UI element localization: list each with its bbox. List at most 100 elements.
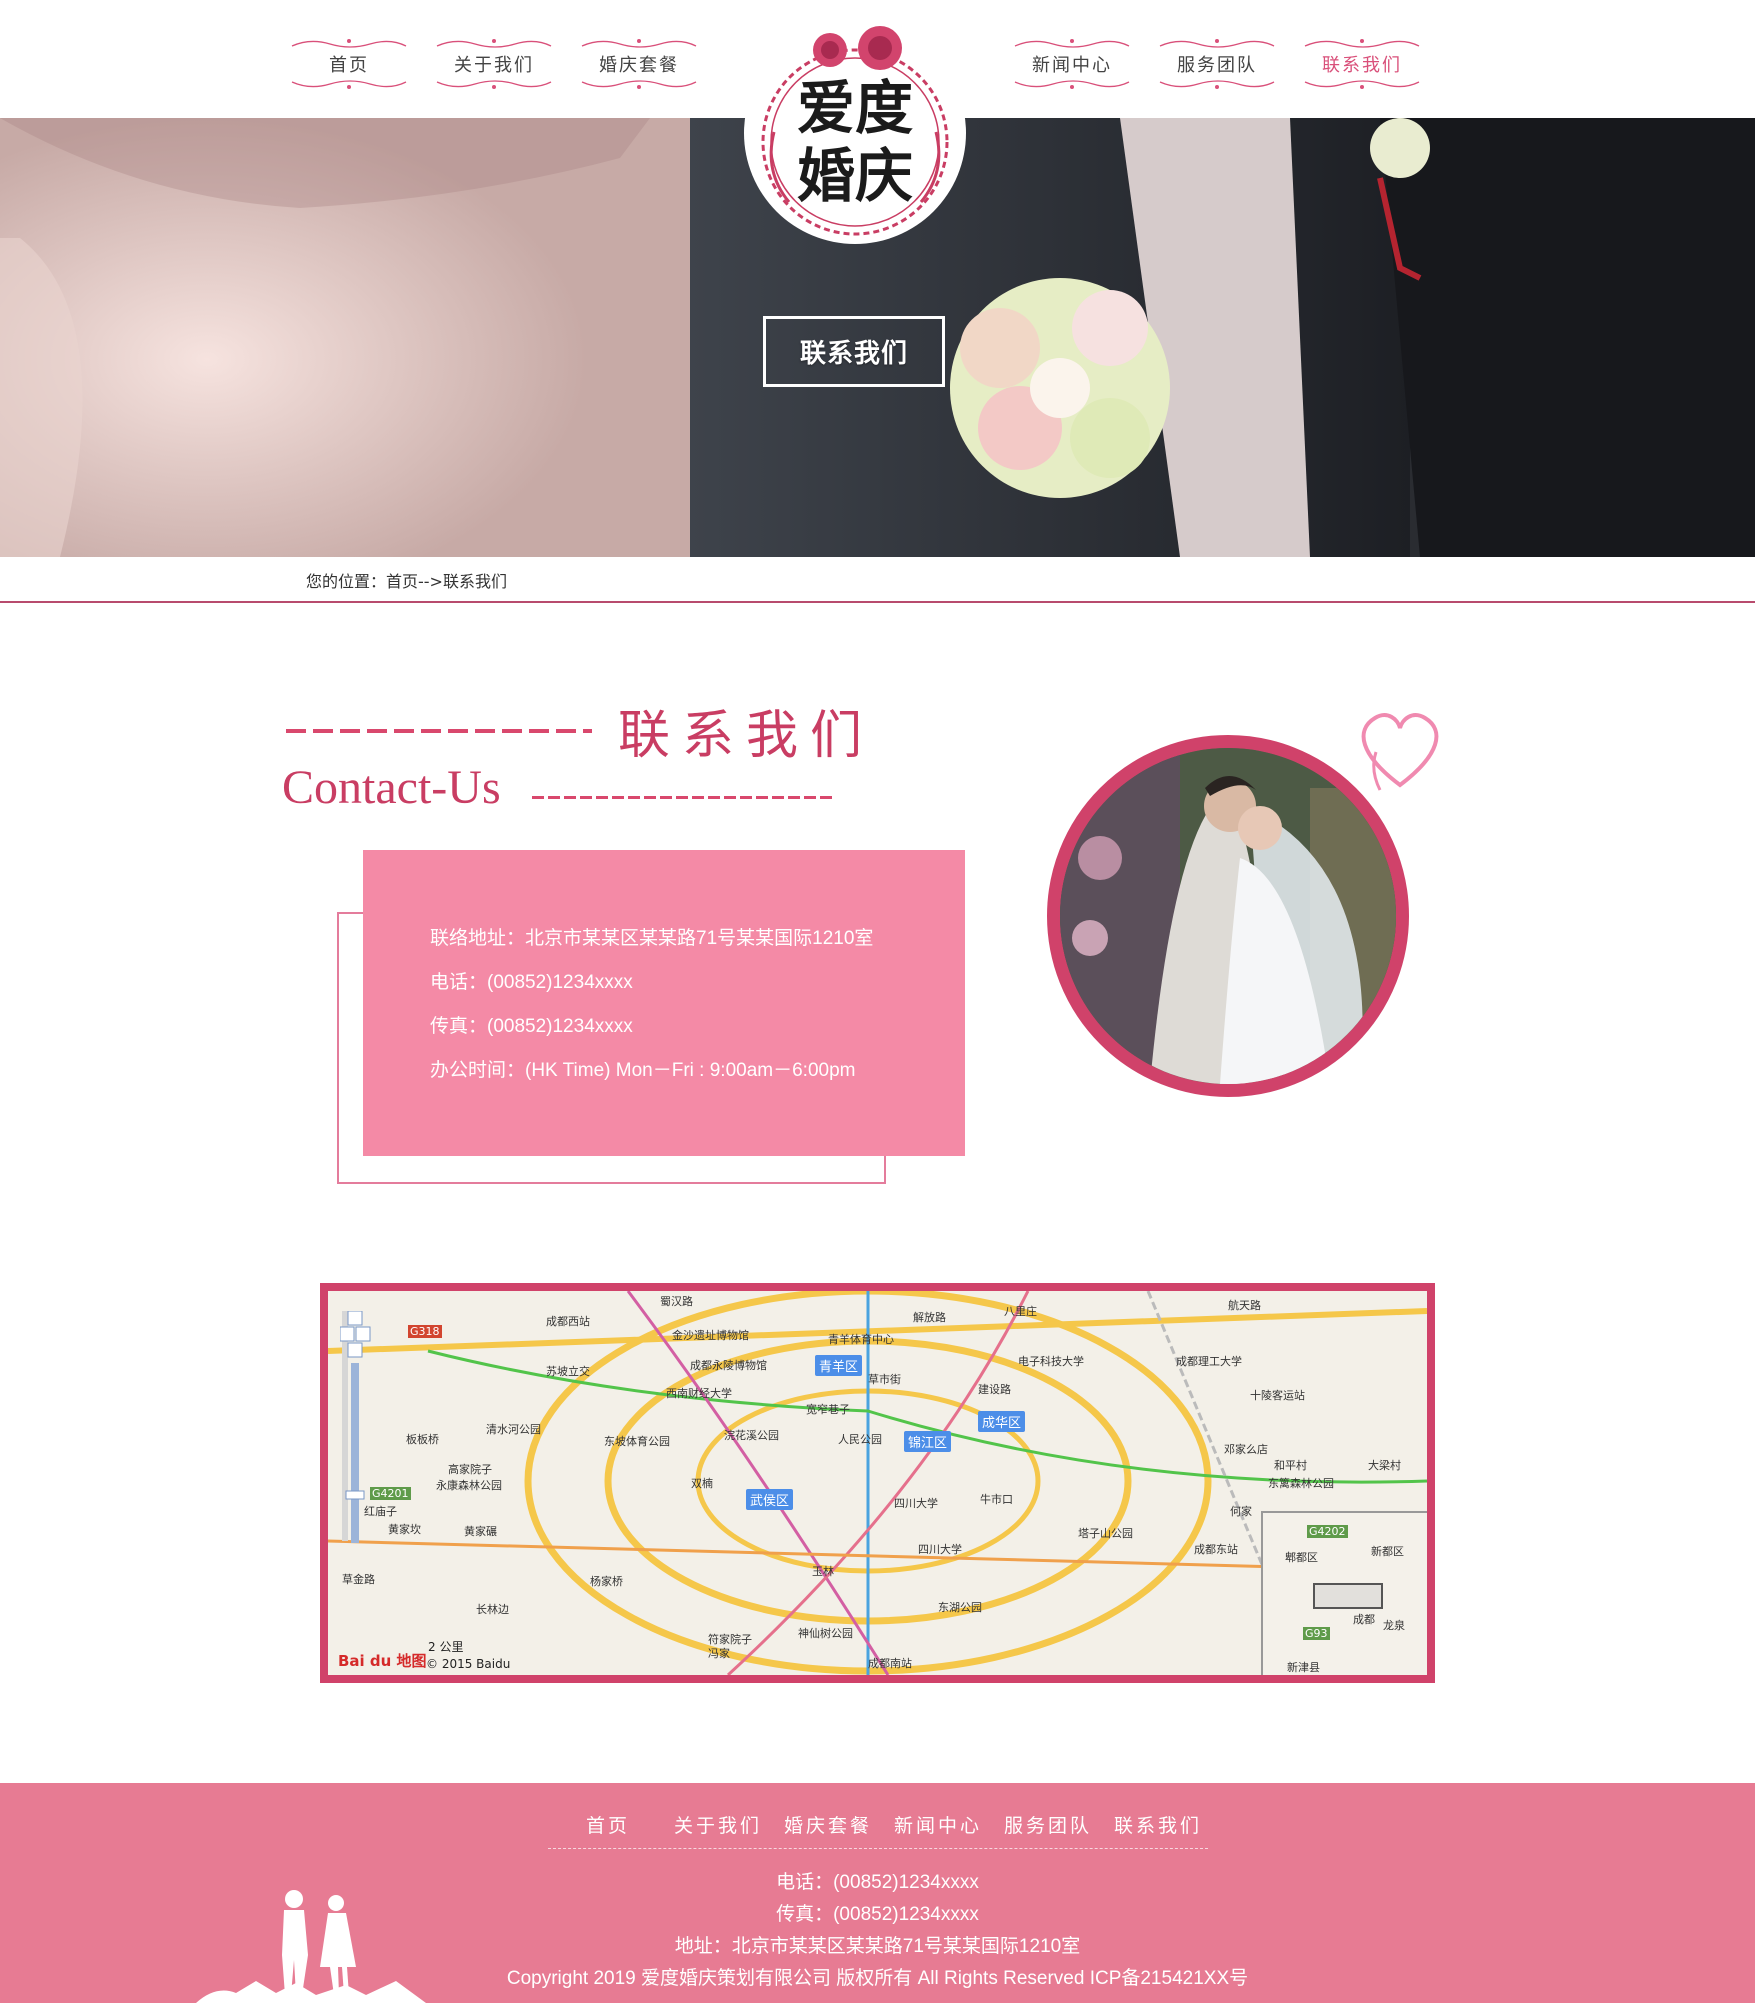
- ornament-icon: [1304, 80, 1420, 89]
- nav-team[interactable]: 服务团队: [1158, 36, 1276, 92]
- map-label: 清水河公园: [486, 1423, 541, 1436]
- contact-hours: 办公时间：(HK Time) Mon－Fri : 9:00am－6:00pm: [430, 1060, 856, 1081]
- map-highway-badge: G4201: [370, 1487, 411, 1500]
- map-label: 金沙遗址博物馆: [672, 1329, 749, 1342]
- contact-card: 联络地址：北京市某某区某某路71号某某国际1210室 电话：(00852)123…: [363, 850, 965, 1156]
- map-highway-badge: G4202: [1307, 1525, 1348, 1538]
- map-label: 玉林: [812, 1565, 834, 1578]
- map-highway-badge: G318: [408, 1325, 442, 1338]
- map-label: 黄家碾: [464, 1525, 497, 1538]
- map-label: 十陵客运站: [1250, 1389, 1305, 1402]
- map-label: 浣花溪公园: [724, 1429, 779, 1442]
- map-label: 杨家桥: [590, 1575, 623, 1588]
- section-title-en: Contact-Us: [282, 761, 501, 814]
- map-label: 郫都区: [1285, 1551, 1318, 1564]
- footer-nav-contact[interactable]: 联系我们: [1114, 1811, 1202, 1838]
- map-label: 黄家坎: [388, 1523, 421, 1536]
- baidu-logo[interactable]: Bai du 地图: [338, 1650, 427, 1671]
- map-label: 青羊体育中心: [828, 1333, 894, 1346]
- ornament-icon: [1014, 80, 1130, 89]
- brand-logo[interactable]: 爱度 婚庆: [744, 22, 966, 244]
- map-label: 电子科技大学: [1018, 1355, 1084, 1368]
- map-district-badge: 武侯区: [746, 1489, 794, 1510]
- nav-news-label: 新闻中心: [1032, 55, 1112, 76]
- nav-packages-label: 婚庆套餐: [599, 55, 679, 76]
- map-label: 长林边: [476, 1603, 509, 1616]
- map-label: 新都区: [1371, 1545, 1404, 1558]
- couple-photo-image: [1060, 748, 1396, 1084]
- ornament-icon: [436, 39, 552, 48]
- map-label: 双楠: [691, 1477, 713, 1490]
- map-label: 航天路: [1228, 1299, 1261, 1312]
- ornament-icon: [1014, 39, 1130, 48]
- map-label: 西南财经大学: [666, 1387, 732, 1400]
- nav-team-label: 服务团队: [1177, 55, 1257, 76]
- map-label: 解放路: [913, 1311, 946, 1324]
- contact-phone: 电话：(00852)1234xxxx: [430, 972, 633, 993]
- map-label: 永康森林公园: [436, 1479, 502, 1492]
- map-label: 宽窄巷子: [806, 1403, 850, 1416]
- map-label: 草市街: [868, 1373, 901, 1386]
- contact-address: 联络地址：北京市某某区某某路71号某某国际1210室: [430, 928, 874, 949]
- map-label: 苏坡立交: [546, 1365, 590, 1378]
- nav-about-label: 关于我们: [454, 55, 534, 76]
- map-attribution: © 2015 Baidu: [426, 1657, 511, 1671]
- ornament-icon: [436, 80, 552, 89]
- footer-divider: [548, 1848, 1208, 1849]
- map-label: 成都永陵博物馆: [690, 1359, 767, 1372]
- map-label: 草金路: [342, 1573, 375, 1586]
- heart-icon: [1361, 713, 1439, 791]
- heading-dashes: [532, 796, 834, 799]
- map-label: 蜀汉路: [660, 1295, 693, 1308]
- map-overview[interactable]: G4202 G93 郫都区 新都区 成都 新津县 龙泉: [1261, 1511, 1427, 1675]
- nav-packages[interactable]: 婚庆套餐: [580, 36, 698, 92]
- footer: 首页 关于我们 婚庆套餐 新闻中心 服务团队 联系我们 电话：(00852)12…: [0, 1783, 1755, 2003]
- map-label: 八里庄: [1004, 1305, 1037, 1318]
- logo-text: 爱度 婚庆: [744, 74, 966, 210]
- overview-viewport[interactable]: [1313, 1583, 1383, 1609]
- map-scale: 2 公里: [428, 1640, 464, 1654]
- map-label: 成都东站: [1194, 1543, 1238, 1556]
- footer-nav-news[interactable]: 新闻中心: [894, 1811, 982, 1838]
- map-label: 四川大学: [918, 1543, 962, 1556]
- map-label: 新津县: [1287, 1661, 1320, 1674]
- map-label: 大梁村: [1368, 1459, 1401, 1472]
- hero-contact-button[interactable]: 联系我们: [763, 316, 945, 387]
- nav-home[interactable]: 首页: [290, 36, 408, 92]
- nav-contact[interactable]: 联系我们: [1303, 36, 1421, 92]
- map-label: 龙泉: [1383, 1619, 1405, 1632]
- map-label: 成都西站: [546, 1315, 590, 1328]
- map-label: 冯家: [708, 1647, 730, 1660]
- map-label: 东湖公园: [938, 1601, 982, 1614]
- ornament-icon: [1159, 39, 1275, 48]
- nav-news[interactable]: 新闻中心: [1013, 36, 1131, 92]
- baidu-map[interactable]: 蜀汉路 成都西站 金沙遗址博物馆 青羊体育中心 解放路 八里庄 航天路 苏坡立交…: [320, 1283, 1435, 1683]
- map-label: 何家: [1230, 1505, 1252, 1518]
- map-label: 和平村: [1274, 1459, 1307, 1472]
- map-label: 神仙树公园: [798, 1627, 853, 1640]
- heading-dashes: [286, 729, 592, 733]
- map-label: 板板桥: [406, 1433, 439, 1446]
- map-district-badge: 锦江区: [904, 1431, 952, 1452]
- ornament-icon: [291, 80, 407, 89]
- nav-about[interactable]: 关于我们: [435, 36, 553, 92]
- section-title-cn: 联系我们: [618, 706, 875, 766]
- map-label: 人民公园: [838, 1433, 882, 1446]
- contact-fax: 传真：(00852)1234xxxx: [430, 1016, 633, 1037]
- map-label: 红庙子: [364, 1505, 397, 1518]
- map-district-badge: 青羊区: [815, 1355, 863, 1376]
- footer-nav-team[interactable]: 服务团队: [1004, 1811, 1092, 1838]
- logo-line-2: 婚庆: [796, 142, 913, 210]
- footer-nav-packages[interactable]: 婚庆套餐: [784, 1811, 872, 1838]
- map-label: 东篱森林公园: [1268, 1477, 1334, 1490]
- footer-nav-about[interactable]: 关于我们: [674, 1811, 762, 1838]
- map-label: 牛市口: [980, 1493, 1013, 1506]
- footer-nav-home[interactable]: 首页: [586, 1811, 630, 1838]
- ornament-icon: [291, 39, 407, 48]
- map-label: 成都理工大学: [1176, 1355, 1242, 1368]
- map-highway-badge: G93: [1303, 1627, 1330, 1640]
- breadcrumb: 您的位置：首页-->联系我们: [306, 572, 507, 591]
- map-district-badge: 成华区: [978, 1411, 1026, 1432]
- map-label: 高家院子: [448, 1463, 492, 1476]
- map-label: 塔子山公园: [1078, 1527, 1133, 1540]
